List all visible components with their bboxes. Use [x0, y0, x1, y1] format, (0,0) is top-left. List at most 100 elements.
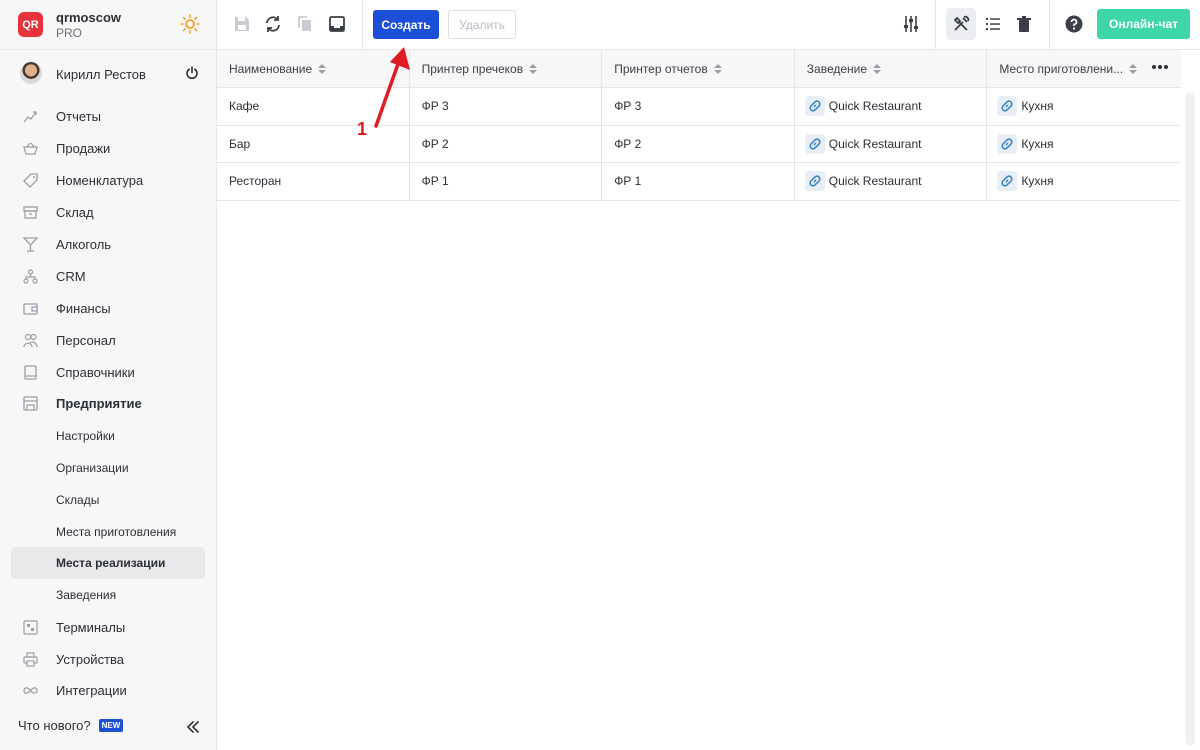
link-icon[interactable]: [997, 133, 1018, 154]
column-header[interactable]: Заведение: [795, 50, 988, 87]
table-cell: Ресторан: [217, 163, 410, 200]
column-title: Принтер отчетов: [614, 61, 708, 76]
column-title: Принтер пречеков: [421, 61, 524, 76]
filter-sliders-icon[interactable]: [901, 14, 921, 34]
column-header[interactable]: Место приготовлени...: [987, 50, 1180, 87]
nav-label: Алкоголь: [56, 237, 112, 252]
nav-item-nomenclature[interactable]: Номенклатура: [0, 165, 216, 197]
delete-button[interactable]: Удалить: [448, 10, 516, 39]
brand-name: qrmoscow: [56, 10, 122, 25]
basket-icon: [23, 142, 38, 155]
sub-item-settings[interactable]: Настройки: [11, 420, 205, 452]
help-icon[interactable]: [1064, 14, 1084, 34]
sort-icon[interactable]: [713, 63, 722, 74]
sub-item-establishments[interactable]: Заведения: [11, 579, 205, 611]
inbox-icon[interactable]: [327, 14, 347, 34]
sub-label: Склады: [56, 492, 100, 507]
hierarchy-icon: [23, 269, 38, 284]
create-button[interactable]: Создать: [373, 10, 439, 39]
brand-header: QR qrmoscow PRO: [0, 0, 216, 50]
nav-item-reports[interactable]: Отчеты: [0, 101, 216, 133]
nav-item-staff[interactable]: Персонал: [0, 324, 216, 356]
qr-icon: [23, 620, 38, 635]
toolbar-divider: [1049, 0, 1050, 50]
online-chat-button[interactable]: Онлайн-чат: [1097, 9, 1190, 39]
nav-label: CRM: [56, 268, 86, 284]
cell-link-text[interactable]: Quick Restaurant: [829, 174, 922, 188]
nav-label: Персонал: [56, 332, 116, 348]
tag-icon: [23, 173, 38, 189]
nav-item-devices[interactable]: Устройства: [0, 643, 216, 675]
table-cell: Кухня: [987, 88, 1180, 125]
table-cell: ФР 3: [602, 88, 795, 125]
column-header[interactable]: Принтер отчетов: [602, 50, 795, 87]
nav-item-finance[interactable]: Финансы: [0, 292, 216, 324]
book-icon: [24, 364, 37, 380]
sort-icon[interactable]: [1129, 63, 1138, 74]
cell-link-text[interactable]: Кухня: [1021, 174, 1053, 188]
nav-label: Справочники: [56, 364, 135, 380]
nav-label: Финансы: [56, 300, 111, 316]
nav-item-alcohol[interactable]: Алкоголь: [0, 229, 216, 261]
people-icon: [23, 333, 38, 347]
more-options-icon[interactable]: [1151, 64, 1169, 70]
nav-item-references[interactable]: Справочники: [0, 356, 216, 388]
copy-icon[interactable]: [295, 14, 315, 34]
sort-icon[interactable]: [318, 63, 327, 74]
trash-icon[interactable]: [1014, 14, 1034, 34]
vertical-scrollbar[interactable]: [1185, 92, 1195, 746]
sort-icon[interactable]: [529, 63, 538, 74]
link-icon[interactable]: [804, 96, 825, 117]
sub-item-cooking-places[interactable]: Места приготовления: [11, 516, 205, 548]
nav-item-enterprise[interactable]: Предприятие: [0, 388, 216, 420]
whats-new-label: Что нового?: [18, 718, 91, 733]
cell-link-text[interactable]: Кухня: [1021, 137, 1053, 151]
table-cell: ФР 1: [410, 163, 603, 200]
cell-link-text[interactable]: Кухня: [1021, 99, 1053, 113]
sub-label: Заведения: [56, 588, 117, 603]
column-title: Наименование: [229, 61, 313, 76]
tools-icon[interactable]: [951, 14, 971, 34]
qr-logo: QR: [18, 12, 43, 37]
nav-label: Терминалы: [56, 619, 126, 635]
column-header[interactable]: Наименование: [217, 50, 410, 87]
sub-label: Места реализации: [56, 556, 166, 571]
table-cell: ФР 3: [410, 88, 603, 125]
sub-item-organizations[interactable]: Организации: [11, 452, 205, 484]
wallet-icon: [23, 303, 38, 315]
list-icon[interactable]: [983, 14, 1003, 34]
user-profile[interactable]: Кирилл Рестов: [0, 50, 216, 96]
cell-link-text[interactable]: Quick Restaurant: [829, 137, 922, 151]
nav-item-warehouse[interactable]: Склад: [0, 197, 216, 229]
sidebar: QR qrmoscow PRO Кирилл Рестов Отчеты Про…: [0, 0, 217, 750]
infinity-icon: [23, 687, 38, 695]
link-icon[interactable]: [804, 133, 825, 154]
cell-link-text[interactable]: Quick Restaurant: [829, 99, 922, 113]
collapse-sidebar-icon[interactable]: [186, 720, 200, 734]
nav-item-terminals[interactable]: Терминалы: [0, 611, 216, 643]
power-icon[interactable]: [185, 66, 199, 80]
sub-item-warehouses[interactable]: Склады: [11, 484, 205, 516]
nav-item-crm[interactable]: CRM: [0, 260, 216, 292]
refresh-icon[interactable]: [263, 14, 283, 34]
nav-item-sales[interactable]: Продажи: [0, 133, 216, 165]
table-row[interactable]: Ресторан ФР 1 ФР 1 Quick Restaurant Кухн…: [217, 163, 1181, 201]
column-header[interactable]: Принтер пречеков: [410, 50, 603, 87]
avatar: [20, 62, 42, 84]
table-cell: Бар: [217, 125, 410, 163]
user-name: Кирилл Рестов: [56, 67, 146, 82]
nav-label: Предприятие: [56, 396, 142, 412]
nav-label: Склад: [56, 205, 94, 221]
link-icon[interactable]: [997, 96, 1018, 117]
nav-item-integrations[interactable]: Интеграции: [0, 675, 216, 707]
sun-icon[interactable]: [180, 14, 200, 34]
main-nav: Отчеты Продажи Номенклатура Склад Алкого…: [0, 101, 216, 707]
link-icon[interactable]: [997, 171, 1018, 192]
save-icon[interactable]: [232, 14, 252, 34]
toolbar-divider: [362, 0, 363, 50]
sub-item-sales-places[interactable]: Места реализации: [11, 547, 205, 580]
nav-label: Продажи: [56, 141, 111, 157]
whats-new-link[interactable]: Что нового? NEW: [18, 718, 124, 733]
link-icon[interactable]: [804, 171, 825, 192]
sort-icon[interactable]: [873, 63, 882, 74]
